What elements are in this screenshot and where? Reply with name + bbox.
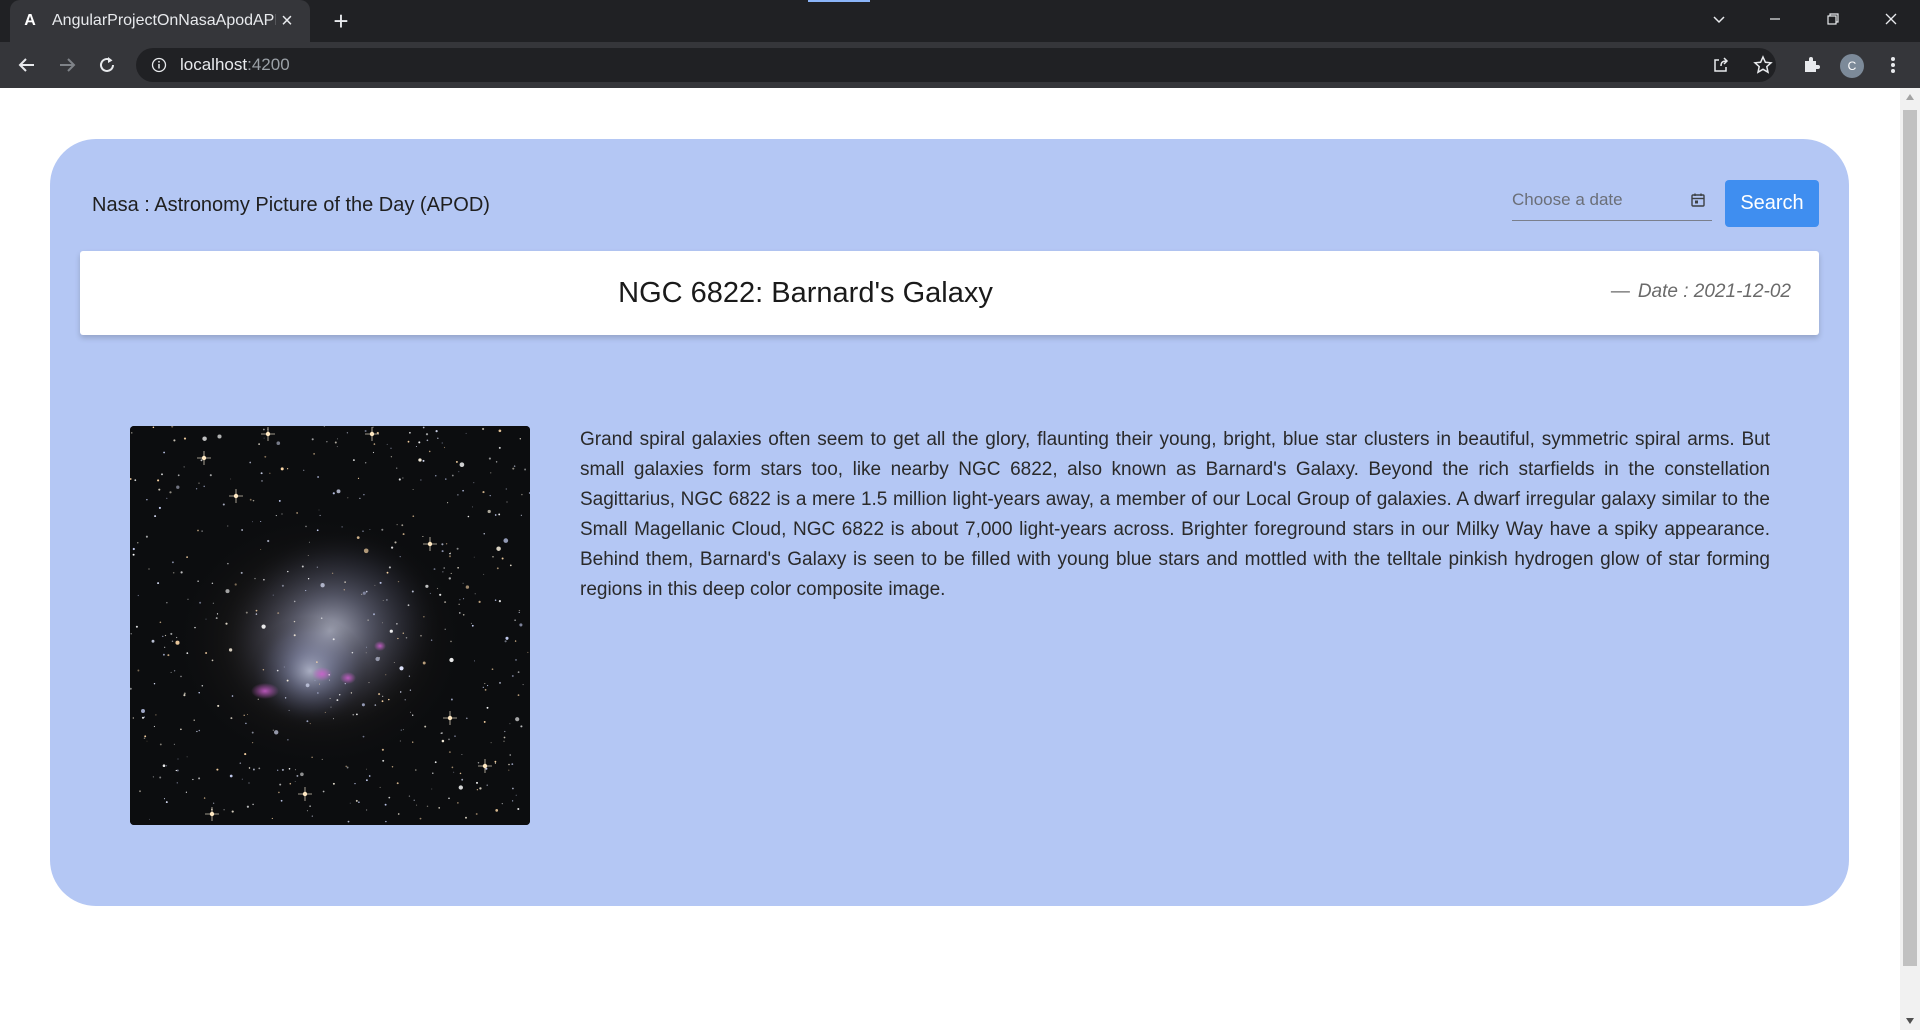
page-viewport: Nasa : Astronomy Picture of the Day (APO… (0, 88, 1900, 1030)
new-tab-button[interactable]: + (326, 6, 356, 36)
url-port: :4200 (247, 55, 290, 74)
reload-icon[interactable] (92, 50, 122, 80)
galaxy-picture (130, 426, 530, 825)
calendar-icon[interactable] (1690, 192, 1706, 208)
browser-toolbar: localhost:4200 C (0, 42, 1920, 88)
profile-avatar[interactable]: C (1840, 54, 1864, 78)
apod-container: Nasa : Astronomy Picture of the Day (APO… (50, 139, 1849, 906)
tab-drag-indicator (808, 0, 870, 2)
picture-date: — Date : 2021-12-02 (1611, 281, 1791, 303)
browser-tab[interactable]: A AngularProjectOnNasaApodAPI × (10, 0, 310, 42)
forward-arrow-icon[interactable] (52, 50, 82, 80)
site-info-icon[interactable] (150, 56, 168, 74)
tab-search-chevron-icon[interactable] (1696, 0, 1742, 38)
angular-favicon-icon: A (24, 12, 36, 29)
date-picker-field[interactable] (1512, 185, 1712, 221)
page-scrollbar[interactable] (1900, 88, 1920, 1030)
picture-title: NGC 6822: Barnard's Galaxy (618, 276, 993, 309)
bookmark-star-icon[interactable] (1748, 50, 1778, 80)
back-arrow-icon[interactable] (12, 50, 42, 80)
minimize-window-icon[interactable] (1752, 0, 1798, 38)
apod-galaxy-image (130, 426, 530, 825)
tab-title: AngularProjectOnNasaApodAPI (52, 12, 276, 29)
apod-header-card: NGC 6822: Barnard's Galaxy — Date : 2021-… (80, 251, 1819, 335)
date-input[interactable] (1512, 185, 1682, 215)
scroll-up-arrow-icon[interactable] (1900, 88, 1920, 106)
date-text: Date : 2021-12-02 (1637, 281, 1791, 302)
share-icon[interactable] (1706, 50, 1736, 80)
scrollbar-thumb[interactable] (1903, 110, 1917, 966)
restore-window-icon[interactable] (1810, 0, 1856, 38)
browser-menu-icon[interactable] (1878, 50, 1908, 80)
scroll-down-arrow-icon[interactable] (1900, 1012, 1920, 1030)
address-bar[interactable]: localhost:4200 (136, 48, 1776, 82)
apod-explanation: Grand spiral galaxies often seem to get … (580, 429, 1770, 600)
search-button[interactable]: Search (1725, 180, 1819, 227)
app-title: Nasa : Astronomy Picture of the Day (APO… (92, 194, 490, 216)
close-window-icon[interactable] (1868, 0, 1914, 38)
date-dash: — (1610, 281, 1630, 302)
tab-close-icon[interactable]: × (276, 10, 298, 33)
url-host: localhost (180, 55, 248, 74)
browser-tab-strip: A AngularProjectOnNasaApodAPI × + (0, 0, 1920, 42)
extensions-puzzle-icon[interactable] (1796, 50, 1826, 80)
